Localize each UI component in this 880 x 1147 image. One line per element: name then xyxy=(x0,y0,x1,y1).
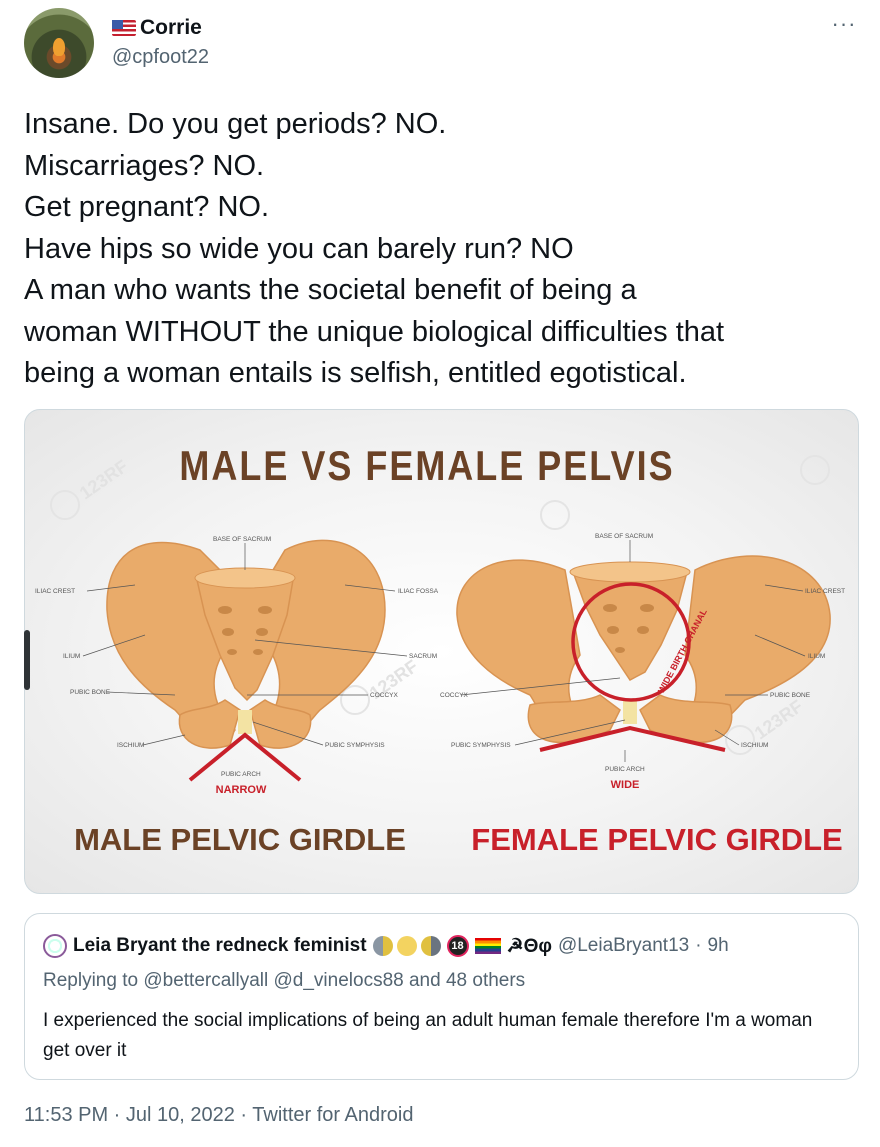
image-title: MALE VS FEMALE PELVIS xyxy=(179,444,674,490)
svg-text:PUBIC SYMPHYSIS: PUBIC SYMPHYSIS xyxy=(325,742,385,749)
svg-text:PUBIC ARCH: PUBIC ARCH xyxy=(221,771,261,778)
waning-moon-icon xyxy=(372,936,393,956)
svg-text:ILIAC CREST: ILIAC CREST xyxy=(35,588,75,595)
image-scroll-handle[interactable] xyxy=(24,630,30,690)
male-arch-value: NARROW xyxy=(216,784,267,796)
author-avatar[interactable] xyxy=(24,8,94,78)
author-display-name[interactable]: Corrie xyxy=(140,16,202,40)
tweet-line: woman WITHOUT the unique biological diff… xyxy=(24,315,725,348)
quoted-author-handle[interactable]: @LeiaBryant13 xyxy=(558,935,689,957)
author-handle[interactable]: @cpfoot22 xyxy=(112,46,209,69)
svg-text:ISCHIUM: ISCHIUM xyxy=(117,742,144,749)
tweet-line: A man who wants the societal benefit of … xyxy=(24,274,637,306)
svg-text:PUBIC SYMPHYSIS: PUBIC SYMPHYSIS xyxy=(451,742,511,749)
svg-text:COCCYX: COCCYX xyxy=(370,692,398,699)
svg-text:ILIUM: ILIUM xyxy=(808,653,825,660)
quoted-tweet[interactable]: Leia Bryant the redneck feminist 18 ☭Θφ … xyxy=(24,913,859,1080)
campfire-icon xyxy=(53,38,65,56)
tweet-text: Insane. Do you get periods? NO. Miscarri… xyxy=(24,104,864,395)
tweet-line: Get pregnant? NO. xyxy=(24,191,270,223)
quoted-tweet-text: I experienced the social implications of… xyxy=(43,1010,813,1061)
svg-text:PUBIC BONE: PUBIC BONE xyxy=(770,692,811,699)
quoted-tweet-header: Leia Bryant the redneck feminist 18 ☭Θφ … xyxy=(43,934,729,958)
tweet-line: Have hips so wide you can barely run? NO xyxy=(24,232,574,265)
svg-text:ILIAC CREST: ILIAC CREST xyxy=(805,588,845,595)
more-options-icon[interactable]: ··· xyxy=(824,13,864,42)
quoted-author-avatar[interactable] xyxy=(43,934,67,958)
reply-context[interactable]: Replying to @bettercallyall @d_vinelocs8… xyxy=(43,970,525,992)
tweet-header: Corrie @cpfoot22 ··· xyxy=(24,8,864,88)
svg-text:ISCHIUM: ISCHIUM xyxy=(741,742,768,749)
separator-dot: · xyxy=(695,935,702,956)
female-pelvis: WIDE BIRTH CHANAL BASE OF SACRUM ILIAC C… xyxy=(440,533,845,791)
no-under-eighteen-icon: 18 xyxy=(446,935,469,957)
rainbow-flag-icon xyxy=(474,938,501,954)
svg-text:BASE OF SACRUM: BASE OF SACRUM xyxy=(595,533,653,540)
tweet-line: being a woman entails is selfish, entitl… xyxy=(24,357,687,389)
watermark-text: 123RF xyxy=(76,456,132,503)
tweet-image[interactable]: 123RF 123RF 123RF MALE VS FEMALE PELVIS … xyxy=(24,409,859,894)
svg-text:SACRUM: SACRUM xyxy=(409,653,437,660)
full-moon-icon xyxy=(396,936,417,956)
waxing-moon-icon xyxy=(420,936,441,956)
watermark-text: 123RF xyxy=(751,696,807,743)
tweet-line: Insane. Do you get periods? NO. xyxy=(24,108,447,140)
svg-text:PUBIC ARCH: PUBIC ARCH xyxy=(605,766,645,773)
us-flag-icon xyxy=(112,20,136,36)
quoted-tweet-time[interactable]: 9h xyxy=(708,935,729,957)
female-caption: FEMALE PELVIC GIRDLE xyxy=(471,822,842,857)
female-arch-value: WIDE xyxy=(611,779,640,791)
tweet-line: Miscarriages? NO. xyxy=(24,149,265,182)
svg-text:ILIAC FOSSA: ILIAC FOSSA xyxy=(398,588,439,595)
symbol-emojis: ☭Θφ xyxy=(506,935,552,957)
moon-emoji-group xyxy=(372,936,441,956)
svg-text:ILIUM: ILIUM xyxy=(63,653,80,660)
svg-text:BASE OF SACRUM: BASE OF SACRUM xyxy=(213,536,271,543)
svg-text:COCCYX: COCCYX xyxy=(440,692,468,699)
svg-text:PUBIC BONE: PUBIC BONE xyxy=(70,689,111,696)
pelvis-illustration: 123RF 123RF 123RF MALE VS FEMALE PELVIS … xyxy=(35,444,845,857)
male-caption: MALE PELVIC GIRDLE xyxy=(74,822,406,857)
author-name-row[interactable]: Corrie xyxy=(112,16,202,40)
male-pelvis: BASE OF SACRUM ILIAC CREST ILIAC FOSSA I… xyxy=(35,536,439,796)
tweet-timestamp[interactable]: 11:53 PM · Jul 10, 2022 · Twitter for An… xyxy=(24,1104,413,1127)
quoted-author-name[interactable]: Leia Bryant the redneck feminist xyxy=(73,935,367,957)
